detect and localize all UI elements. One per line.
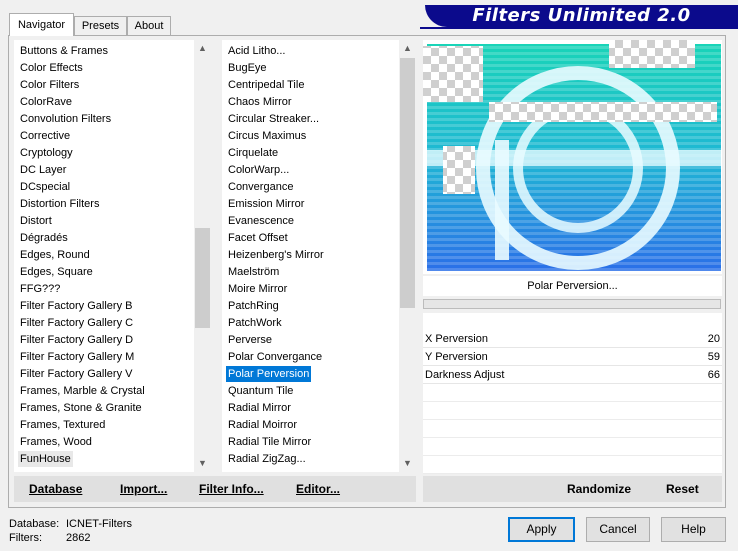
list-item[interactable]: Evanescence — [226, 213, 296, 229]
slider-x-perversion[interactable]: X Perversion 20 — [423, 331, 722, 348]
preview-graphic — [423, 40, 721, 271]
empty-slider-row — [423, 439, 722, 456]
list-item[interactable]: Frames, Marble & Crystal — [18, 383, 147, 399]
list-item[interactable]: Moire Mirror — [226, 281, 289, 297]
param-label: Darkness Adjust — [425, 369, 505, 381]
list-item[interactable]: Radial Mirror — [226, 400, 293, 416]
list-item[interactable]: Quantum Tile — [226, 383, 295, 399]
list-item[interactable]: Frames, Wood — [18, 434, 94, 450]
list-item[interactable]: Heizenberg's Mirror — [226, 247, 326, 263]
list-item[interactable]: Facet Offset — [226, 230, 290, 246]
editor-button[interactable]: Editor... — [296, 476, 340, 502]
database-value: ICNET-Filters — [66, 518, 132, 530]
list-item[interactable]: DC Layer — [18, 162, 68, 178]
empty-slider-row — [423, 457, 722, 474]
list-item[interactable]: Polar Convergance — [226, 349, 324, 365]
scroll-up-icon[interactable]: ▲ — [399, 40, 416, 57]
list-item[interactable]: ColorWarp... — [226, 162, 291, 178]
list-item[interactable]: Frames, Textured — [18, 417, 107, 433]
list-item[interactable]: Dégradés — [18, 230, 70, 246]
scroll-down-icon[interactable]: ▼ — [399, 455, 416, 472]
import-button[interactable]: Import... — [120, 476, 167, 502]
database-label: Database: — [9, 518, 60, 530]
preview-image — [423, 40, 722, 274]
list-item[interactable]: Corrective — [18, 128, 72, 144]
list-item[interactable]: Centripedal Tile — [226, 77, 306, 93]
param-label: X Perversion — [425, 333, 488, 345]
filters-count-label: Filters: — [9, 532, 42, 544]
category-list[interactable]: Buttons & Frames Color Effects Color Filte… — [14, 40, 194, 472]
param-label: Y Perversion — [425, 351, 488, 363]
empty-slider-row — [423, 403, 722, 420]
list-item[interactable]: Polar Perversion — [226, 366, 312, 382]
list-item[interactable]: Convolution Filters — [18, 111, 113, 127]
slider-darkness-adjust[interactable]: Darkness Adjust 66 — [423, 367, 722, 384]
list-item[interactable]: Circular Streaker... — [226, 111, 321, 127]
scroll-up-icon[interactable]: ▲ — [194, 40, 211, 57]
scroll-down-icon[interactable]: ▼ — [194, 455, 211, 472]
list-item[interactable]: Cryptology — [18, 145, 75, 161]
list-item[interactable]: Color Effects — [18, 60, 85, 76]
param-value: 66 — [707, 369, 720, 381]
list-item[interactable]: Maelström — [226, 264, 281, 280]
list-item[interactable]: DCspecial — [18, 179, 72, 195]
parameter-toolbar: Randomize Reset — [423, 476, 722, 502]
tab-about[interactable]: About — [127, 16, 171, 35]
list-item[interactable]: Distort — [18, 213, 54, 229]
apply-button[interactable]: Apply — [508, 517, 575, 542]
empty-slider-row — [423, 385, 722, 402]
param-value: 59 — [707, 351, 720, 363]
list-item[interactable]: Filter Factory Gallery V — [18, 366, 134, 382]
list-item[interactable]: Filter Factory Gallery M — [18, 349, 136, 365]
database-button[interactable]: Database — [29, 476, 82, 502]
list-item[interactable]: Buttons & Frames — [18, 43, 110, 59]
list-item[interactable]: Distortion Filters — [18, 196, 101, 212]
list-item[interactable]: PatchWork — [226, 315, 284, 331]
list-item[interactable]: Radial Tile Mirror — [226, 434, 313, 450]
progress-bar — [423, 299, 721, 309]
list-item[interactable]: Filter Factory Gallery D — [18, 332, 135, 348]
filter-scrollbar[interactable]: ▲ ▼ — [399, 40, 416, 472]
list-item[interactable]: Convergance — [226, 179, 295, 195]
empty-slider-row — [423, 421, 722, 438]
filter-info-button[interactable]: Filter Info... — [199, 476, 264, 502]
list-item[interactable]: Color Filters — [18, 77, 81, 93]
help-button[interactable]: Help — [661, 517, 726, 542]
reset-button[interactable]: Reset — [666, 476, 699, 502]
list-item[interactable]: Circus Maximus — [226, 128, 308, 144]
list-item[interactable]: ColorRave — [18, 94, 74, 110]
database-toolbar: Database Import... Filter Info... Editor… — [14, 476, 416, 502]
list-item[interactable]: Filter Factory Gallery B — [18, 298, 134, 314]
category-scrollbar[interactable]: ▲ ▼ — [194, 40, 211, 472]
list-item[interactable]: Emission Mirror — [226, 196, 306, 212]
list-item[interactable]: Perverse — [226, 332, 274, 348]
list-item[interactable]: Acid Litho... — [226, 43, 287, 59]
list-item[interactable]: Edges, Square — [18, 264, 95, 280]
parameter-panel: X Perversion 20 Y Perversion 59 Darkness… — [423, 313, 722, 474]
list-item[interactable]: FFG??? — [18, 281, 62, 297]
randomize-button[interactable]: Randomize — [567, 476, 631, 502]
list-item[interactable]: PatchRing — [226, 298, 281, 314]
param-value: 20 — [707, 333, 720, 345]
cancel-button[interactable]: Cancel — [586, 517, 650, 542]
list-item[interactable]: Filter Factory Gallery C — [18, 315, 135, 331]
title-underline — [420, 27, 738, 29]
list-item[interactable]: Edges, Round — [18, 247, 92, 263]
list-item[interactable]: Chaos Mirror — [226, 94, 294, 110]
tab-presets[interactable]: Presets — [74, 16, 127, 35]
list-item[interactable]: Radial Moirror — [226, 417, 299, 433]
list-item[interactable]: Frames, Stone & Granite — [18, 400, 144, 416]
list-item[interactable]: BugEye — [226, 60, 269, 76]
filter-name-label: Polar Perversion... — [423, 276, 722, 296]
slider-y-perversion[interactable]: Y Perversion 59 — [423, 349, 722, 366]
category-scroll-thumb[interactable] — [195, 228, 210, 328]
app-title-banner: Filters Unlimited 2.0 — [425, 5, 738, 27]
filters-count-value: 2862 — [66, 532, 91, 544]
tab-navigator[interactable]: Navigator — [9, 13, 74, 36]
filter-scroll-thumb[interactable] — [400, 58, 415, 308]
list-item[interactable]: Radial ZigZag... — [226, 451, 308, 467]
list-item[interactable]: FunHouse — [18, 451, 73, 467]
list-item[interactable]: Cirquelate — [226, 145, 280, 161]
filter-list[interactable]: Acid Litho... BugEye Centripedal Tile Chaos… — [222, 40, 399, 472]
